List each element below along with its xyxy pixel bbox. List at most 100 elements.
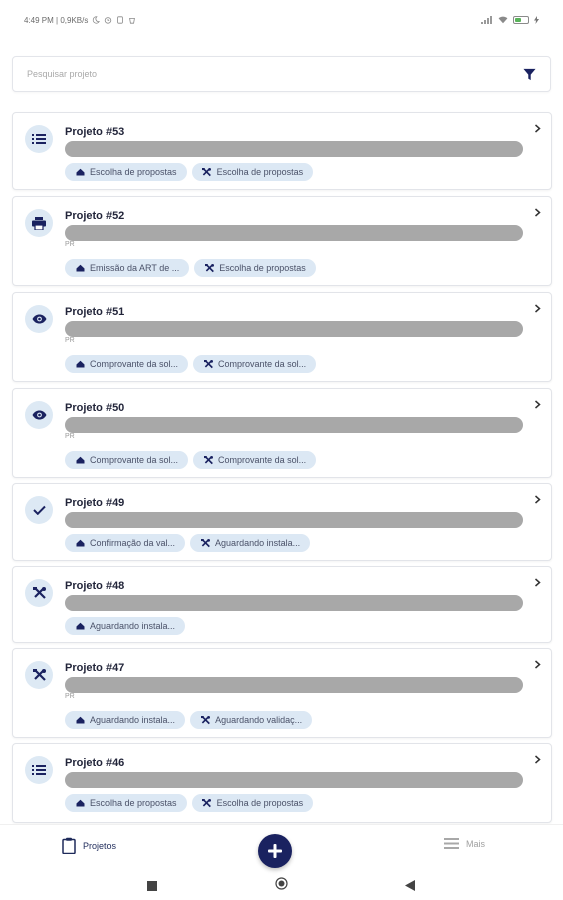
- home-icon[interactable]: [275, 877, 288, 895]
- project-card[interactable]: Projeto #51 PR Comprovante da sol... Compro…: [12, 292, 552, 382]
- clipboard-icon: [62, 837, 76, 854]
- tools-icon: [25, 661, 53, 689]
- filter-icon[interactable]: [522, 67, 536, 81]
- installation-status-chip: Aguardando instala...: [190, 534, 311, 552]
- installation-status-chip: Comprovante da sol...: [193, 355, 317, 373]
- project-title: Projeto #49: [65, 497, 125, 509]
- project-title: Projeto #46: [65, 757, 125, 769]
- list-icon: [25, 756, 53, 784]
- chip-label: Escolha de propostas: [90, 167, 177, 177]
- tools-icon: [200, 538, 210, 548]
- project-name-redacted: [65, 772, 523, 788]
- nav-more-tab[interactable]: Mais: [444, 837, 485, 850]
- chip-label: Comprovante da sol...: [90, 359, 179, 369]
- status-chips: Confirmação da val... Aguardando instala.…: [65, 534, 311, 552]
- search-bar: [12, 56, 551, 92]
- tools-icon: [203, 359, 213, 369]
- chevron-right-icon[interactable]: [534, 398, 541, 412]
- homologation-status-chip: Escolha de propostas: [65, 794, 187, 812]
- status-time: 4:49 PM | 0,9KB/s: [24, 15, 89, 25]
- project-title: Projeto #50: [65, 402, 125, 414]
- plus-icon: [268, 844, 282, 858]
- chevron-right-icon[interactable]: [534, 122, 541, 136]
- project-state: PR: [65, 241, 75, 248]
- chevron-right-icon[interactable]: [534, 206, 541, 220]
- add-project-button[interactable]: [258, 834, 292, 868]
- house-icon: [75, 621, 85, 631]
- installation-status-chip: Escolha de propostas: [191, 794, 314, 812]
- project-card[interactable]: Projeto #52 PR Emissão da ART de ... Escolh…: [12, 196, 552, 286]
- chip-label: Comprovante da sol...: [90, 455, 179, 465]
- chip-label: Aguardando instala...: [215, 538, 301, 548]
- menu-icon: [444, 838, 459, 849]
- chip-label: Aguardando instala...: [90, 715, 176, 725]
- system-nav-bar: [0, 870, 563, 900]
- project-state: PR: [65, 693, 75, 700]
- status-chips: Escolha de propostas Escolha de propostas: [65, 794, 314, 812]
- chip-label: Comprovante da sol...: [218, 455, 307, 465]
- status-chips: Escolha de propostas Escolha de propostas: [65, 163, 314, 181]
- chevron-right-icon[interactable]: [534, 576, 541, 590]
- installation-status-chip: Escolha de propostas: [191, 163, 314, 181]
- chevron-right-icon[interactable]: [534, 658, 541, 672]
- chip-label: Escolha de propostas: [216, 798, 304, 808]
- installation-status-chip: Aguardando validaç...: [190, 711, 313, 729]
- project-card[interactable]: Projeto #53 Escolha de propostas Escolha d…: [12, 112, 552, 190]
- search-input[interactable]: [27, 69, 467, 79]
- house-icon: [75, 359, 85, 369]
- project-title: Projeto #53: [65, 126, 125, 138]
- app-icon: [129, 18, 136, 24]
- project-name-redacted: [65, 225, 523, 241]
- back-icon[interactable]: [405, 878, 415, 896]
- chip-label: Escolha de propostas: [216, 167, 304, 177]
- chevron-right-icon[interactable]: [534, 302, 541, 316]
- project-card[interactable]: Projeto #47 PR Aguardando instala... Aguard…: [12, 648, 552, 738]
- project-title: Projeto #52: [65, 210, 125, 222]
- tools-icon: [203, 455, 213, 465]
- moon-icon: [93, 16, 101, 24]
- wifi-icon: [498, 16, 508, 24]
- chevron-right-icon[interactable]: [534, 753, 541, 767]
- tools-icon: [204, 263, 214, 273]
- project-card[interactable]: Projeto #50 PR Comprovante da sol... Compro…: [12, 388, 552, 478]
- alarm-icon: [105, 17, 112, 24]
- notification-icon: [117, 16, 124, 24]
- project-card[interactable]: Projeto #46 Escolha de propostas Escolha d…: [12, 743, 552, 823]
- nav-projects-tab[interactable]: Projetos: [62, 837, 116, 854]
- homologation-status-chip: Confirmação da val...: [65, 534, 186, 552]
- eye-icon: [25, 305, 53, 333]
- project-name-redacted: [65, 417, 523, 433]
- printer-icon: [25, 209, 53, 237]
- chevron-right-icon[interactable]: [534, 493, 541, 507]
- status-chips: Comprovante da sol... Comprovante da sol.…: [65, 355, 317, 373]
- chip-label: Aguardando validaç...: [215, 715, 303, 725]
- project-title: Projeto #47: [65, 662, 125, 674]
- chip-label: Aguardando instala...: [90, 621, 176, 631]
- project-name-redacted: [65, 595, 523, 611]
- recent-apps-icon[interactable]: [147, 878, 157, 896]
- project-title: Projeto #51: [65, 306, 125, 318]
- check-icon: [25, 496, 53, 524]
- status-chips: Comprovante da sol... Comprovante da sol.…: [65, 451, 317, 469]
- house-icon: [75, 455, 85, 465]
- homologation-status-chip: Escolha de propostas: [65, 163, 187, 181]
- eye-icon: [25, 401, 53, 429]
- project-state: PR: [65, 433, 75, 440]
- project-card[interactable]: Projeto #48 Aguardando instala...: [12, 566, 552, 643]
- signal-icon: [481, 16, 493, 24]
- installation-status-chip: Comprovante da sol...: [193, 451, 317, 469]
- chip-label: Comprovante da sol...: [218, 359, 307, 369]
- homologation-status-chip: Aguardando instala...: [65, 711, 186, 729]
- house-icon: [75, 167, 85, 177]
- project-title: Projeto #48: [65, 580, 125, 592]
- chip-label: Escolha de propostas: [90, 798, 177, 808]
- house-icon: [75, 798, 85, 808]
- chip-label: Emissão da ART de ...: [90, 263, 180, 273]
- status-chips: Emissão da ART de ... Escolha de proposta…: [65, 259, 316, 277]
- chip-label: Confirmação da val...: [90, 538, 176, 548]
- installation-status-chip: Escolha de propostas: [194, 259, 316, 277]
- project-name-redacted: [65, 141, 523, 157]
- project-card[interactable]: Projeto #49 Confirmação da val... Aguardan…: [12, 483, 552, 561]
- chip-label: Escolha de propostas: [219, 263, 306, 273]
- homologation-status-chip: Emissão da ART de ...: [65, 259, 190, 277]
